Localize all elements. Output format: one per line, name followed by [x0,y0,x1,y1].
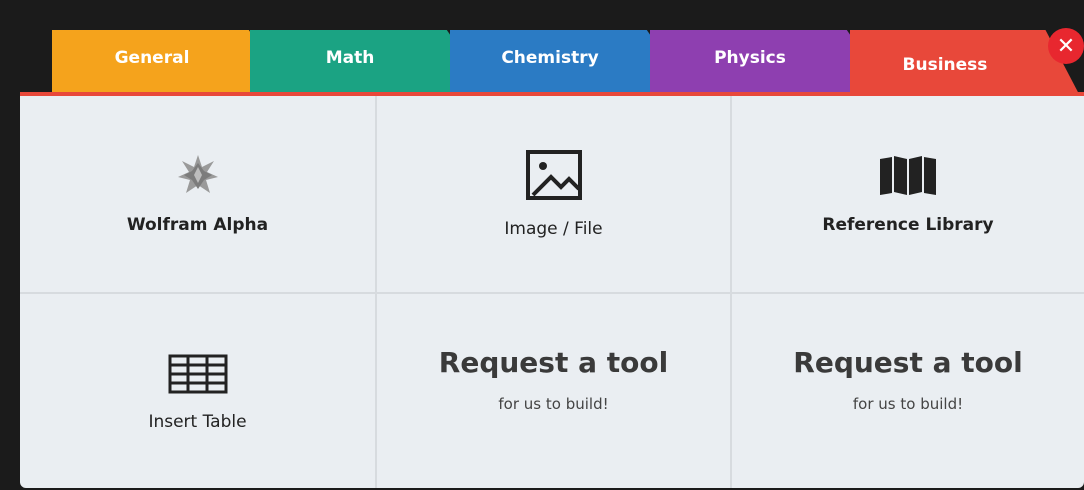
subject-tab-bar: General Math Chemistry Physics Business … [0,0,1084,96]
request-tool-title: Request a tool [793,345,1023,379]
request-tool-title: Request a tool [438,345,669,379]
reference-library-tool[interactable]: Reference Library [732,96,1084,292]
reference-library-label: Reference Library [822,215,994,235]
image-file-label: Image / File [504,219,603,239]
request-tool-card[interactable]: Request a tool for us to build! [377,294,730,488]
tool-picker-window: General Math Chemistry Physics Business … [0,0,1084,490]
tools-panel: Wolfram Alpha Image / File Reference Lib… [20,92,1084,488]
tab-chemistry-label: Chemistry [501,48,599,68]
table-icon [168,354,228,394]
request-tool-card[interactable]: Request a tool for us to build! [732,294,1084,488]
tab-business[interactable]: Business [850,30,1080,96]
close-icon: ✕ [1056,33,1076,59]
book-icon [878,153,938,197]
tab-math-label: Math [325,48,375,68]
image-file-tool[interactable]: Image / File [377,96,730,292]
tab-general-label: General [114,48,190,68]
insert-table-label: Insert Table [148,412,247,432]
close-button[interactable]: ✕ [1048,28,1084,64]
request-tool-subtitle: for us to build! [498,394,609,413]
tab-business-label: Business [902,55,988,75]
request-tool-subtitle: for us to build! [852,394,964,413]
tools-grid: Wolfram Alpha Image / File Reference Lib… [20,96,1084,488]
insert-table-tool[interactable]: Insert Table [20,294,375,488]
wolfram-alpha-label: Wolfram Alpha [126,215,269,235]
wolfram-alpha-icon [176,153,220,197]
wolfram-alpha-tool[interactable]: Wolfram Alpha [20,96,375,292]
tab-physics-label: Physics [714,48,786,68]
image-icon [525,149,583,201]
